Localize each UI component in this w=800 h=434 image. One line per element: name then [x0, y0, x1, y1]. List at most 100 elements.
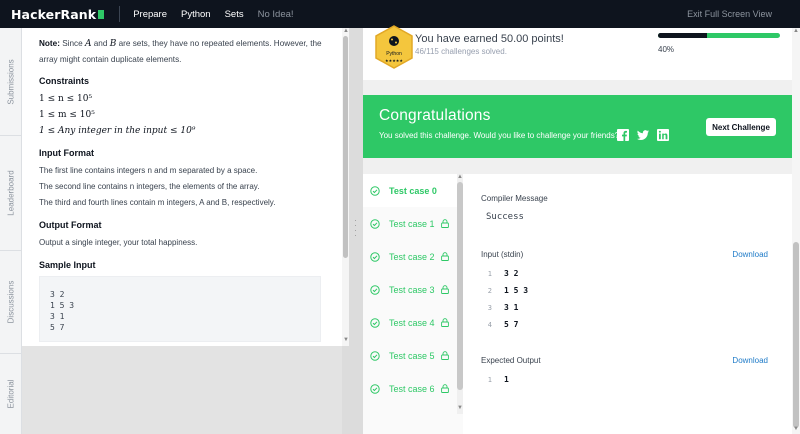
problem-statement: Note: Since A and B are sets, they have …: [22, 28, 342, 346]
progress-percent: 40%: [658, 45, 675, 54]
code-value: 3 2: [504, 269, 519, 278]
line-number: 3: [487, 303, 492, 312]
test-case-item[interactable]: Test case 2: [363, 240, 457, 273]
note-text: Since: [62, 39, 83, 48]
results-panel: Python ★★★★★ You have earned 50.00 point…: [363, 25, 800, 434]
scrollbar-thumb[interactable]: [343, 36, 348, 258]
lock-icon: [440, 384, 449, 393]
check-circle-icon: [370, 317, 380, 328]
breadcrumb-prepare[interactable]: Prepare: [133, 9, 167, 20]
line-number: 1: [487, 375, 492, 384]
check-circle-icon: [370, 251, 380, 262]
lock-icon: [440, 285, 449, 294]
tab-submissions[interactable]: Submissions: [0, 28, 22, 136]
download-input-link[interactable]: Download: [732, 250, 768, 259]
points-card: Python ★★★★★ You have earned 50.00 point…: [363, 25, 792, 80]
compiler-message: Success: [486, 212, 524, 222]
sample-input-heading: Sample Input: [39, 260, 96, 270]
code-line: 11: [481, 371, 771, 388]
points-earned-text: You have earned 50.00 points!: [415, 33, 564, 45]
logo-mark-icon: [98, 9, 105, 19]
tab-submissions-label: Submissions: [6, 58, 16, 105]
test-case-item[interactable]: Test case 3: [363, 273, 457, 306]
lock-icon: [440, 351, 449, 360]
breadcrumb-python[interactable]: Python: [181, 9, 211, 20]
breadcrumb-sets[interactable]: Sets: [225, 9, 244, 20]
next-challenge-button[interactable]: Next Challenge: [706, 118, 776, 136]
test-case-item[interactable]: Test case 6: [363, 372, 457, 405]
code-value: 1: [504, 375, 509, 384]
twitter-icon[interactable]: [637, 129, 649, 141]
output-format-heading: Output Format: [39, 220, 102, 230]
test-case-label: Test case 3: [389, 284, 435, 295]
badge-stars-icon: ★★★★★: [385, 58, 403, 63]
lock-icon: [440, 219, 449, 228]
badge-label: Python: [386, 51, 402, 57]
test-case-label: Test case 0: [389, 185, 437, 196]
tab-leaderboard[interactable]: Leaderboard: [0, 136, 22, 251]
test-case-details: Compiler Message Success Input (stdin) D…: [463, 174, 792, 434]
constraint-line: 1 ≤ Any integer in the input ≤ 10⁹: [39, 126, 196, 136]
tab-editorial[interactable]: Editorial: [0, 354, 22, 434]
check-circle-icon: [370, 218, 380, 229]
expected-code-block: 11: [481, 371, 771, 388]
var-b: B: [109, 39, 117, 49]
linkedin-icon[interactable]: [657, 129, 669, 141]
congrats-subtitle: You solved this challenge. Would you lik…: [379, 131, 620, 140]
check-circle-icon: [370, 284, 380, 295]
expected-output-label: Expected Output: [481, 356, 541, 365]
test-case-item[interactable]: Test case 4: [363, 306, 457, 339]
code-line: 4 5 7: [481, 316, 771, 333]
check-circle-icon: [370, 350, 380, 361]
divider: [119, 6, 121, 22]
line-number: 2: [487, 286, 492, 295]
test-case-item[interactable]: Test case 1: [363, 207, 457, 240]
code-value: 3 1: [504, 303, 519, 312]
test-case-label: Test case 4: [389, 317, 435, 328]
var-a: A: [84, 39, 92, 49]
check-circle-icon: [370, 185, 380, 196]
tab-editorial-label: Editorial: [6, 379, 16, 409]
line-number: 1: [487, 269, 492, 278]
hackerrank-logo[interactable]: HackerRank: [11, 7, 105, 22]
check-circle-icon: [370, 383, 380, 394]
scroll-down-icon[interactable]: ▼: [793, 426, 799, 432]
left-pane-empty: [22, 346, 342, 434]
code-value: 5 7: [504, 320, 519, 329]
download-output-link[interactable]: Download: [732, 356, 768, 365]
lock-icon: [440, 252, 449, 261]
input-format-line: The second line contains n integers, the…: [39, 182, 260, 191]
pane-resize-handle[interactable]: · · · ·: [349, 28, 363, 434]
code-line: 1 3 2: [481, 265, 771, 282]
scroll-up-icon[interactable]: ▲: [793, 28, 799, 34]
scrollbar-thumb[interactable]: [793, 242, 799, 428]
input-format-line: The first line contains integers n and m…: [39, 166, 258, 175]
output-format-text: Output a single integer, your total happ…: [39, 238, 198, 247]
breadcrumb-current: No Idea!: [257, 8, 294, 20]
note-label: Note:: [39, 39, 60, 48]
congratulations-banner: Congratulations You solved this challeng…: [363, 95, 792, 158]
progress-bar: [658, 33, 780, 38]
results-scrollbar[interactable]: ▲ ▼: [792, 28, 800, 434]
note-paragraph: Note: Since A and B are sets, they have …: [39, 36, 330, 67]
test-case-label: Test case 2: [389, 251, 435, 262]
test-case-label: Test case 5: [389, 350, 435, 361]
input-code-block: 1 3 2 2 1 5 3 3 3 1 4 5 7: [481, 265, 771, 333]
constraints-heading: Constraints: [39, 76, 90, 86]
test-case-item[interactable]: Test case 0: [363, 174, 457, 207]
exit-full-screen-link[interactable]: Exit Full Screen View: [687, 9, 772, 19]
code-line: 2 1 5 3: [481, 282, 771, 299]
constraint-line: 1 ≤ m ≤ 10⁵: [39, 110, 95, 120]
test-case-item[interactable]: Test case 5: [363, 339, 457, 372]
test-case-label: Test case 6: [389, 383, 435, 394]
note-text: and: [93, 39, 108, 48]
constraint-line: 1 ≤ n ≤ 10⁵: [39, 94, 93, 104]
problem-scrollbar[interactable]: ▲ ▼: [342, 28, 349, 346]
congrats-title: Congratulations: [379, 107, 491, 124]
facebook-icon[interactable]: [617, 129, 629, 141]
tab-discussions[interactable]: Discussions: [0, 251, 22, 354]
sample-input-block: 3 2 1 5 3 3 1 5 7: [39, 276, 321, 342]
challenges-solved-text: 46/115 challenges solved.: [415, 47, 507, 56]
test-case-label: Test case 1: [389, 218, 435, 229]
compiler-message-label: Compiler Message: [481, 194, 548, 203]
